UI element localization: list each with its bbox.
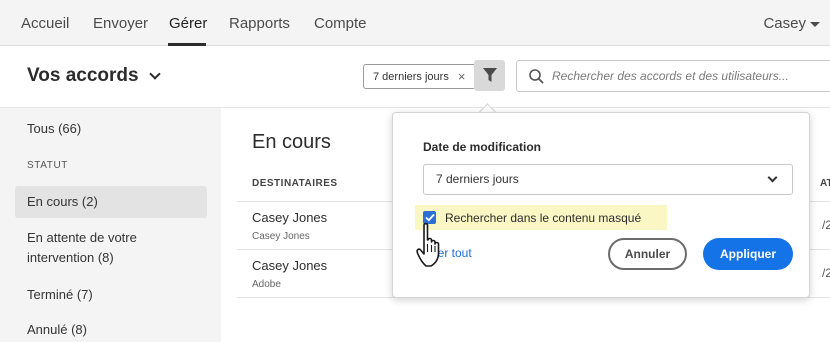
date-filter-chip[interactable]: 7 derniers jours × [363, 64, 477, 89]
sidebar-item-waiting-line1[interactable]: En attente de votre [15, 228, 207, 248]
search-box[interactable] [516, 60, 830, 92]
hidden-content-option[interactable]: Rechercher dans le contenu masqué [415, 205, 667, 230]
status-sidebar [0, 108, 221, 342]
filter-popover: Date de modification 7 derniers jours Re… [392, 112, 810, 298]
agreements-header: Vos accords 7 derniers jours × [0, 46, 830, 108]
top-nav: Accueil Envoyer Gérer Rapports Compte Ca… [0, 0, 830, 46]
column-header-recipients[interactable]: DESTINATAIRES [252, 178, 338, 189]
page-title: En cours [252, 131, 331, 153]
sidebar-item-cancelled[interactable]: Annulé (8) [15, 320, 207, 340]
nav-rapports[interactable]: Rapports [229, 15, 290, 32]
agreements-title[interactable]: Vos accords [27, 65, 161, 87]
filter-chip-label: 7 derniers jours [373, 70, 449, 83]
sidebar-item-completed[interactable]: Terminé (7) [15, 285, 207, 305]
table-row-date: /2 [822, 266, 830, 280]
sidebar-item-in-progress[interactable]: En cours (2) [15, 186, 207, 218]
apply-button[interactable]: Appliquer [703, 238, 793, 270]
nav-gerer[interactable]: Gérer [169, 15, 207, 32]
chevron-down-icon [767, 172, 778, 183]
agreements-title-label: Vos accords [27, 65, 139, 86]
nav-envoyer[interactable]: Envoyer [93, 15, 148, 32]
filter-button[interactable] [474, 60, 505, 91]
sidebar-item-waiting-line2[interactable]: intervention (8) [15, 248, 207, 268]
close-icon[interactable]: × [458, 69, 466, 84]
nav-accueil[interactable]: Accueil [21, 15, 69, 32]
user-menu[interactable]: Casey [763, 15, 820, 32]
table-row-name[interactable]: Casey Jones [252, 210, 327, 225]
table-row-date: /2 [822, 218, 830, 232]
sidebar-item-all[interactable]: Tous (66) [15, 119, 207, 139]
table-row-sub: Adobe [252, 279, 281, 290]
cancel-button[interactable]: Annuler [608, 238, 687, 270]
chevron-down-icon [148, 68, 161, 80]
caret-down-icon [810, 22, 820, 27]
search-icon [529, 69, 544, 84]
table-row-sub: Casey Jones [252, 231, 310, 242]
column-header-status[interactable]: AT [820, 178, 830, 189]
date-modified-label: Date de modification [423, 140, 542, 154]
search-input[interactable] [552, 61, 830, 91]
date-range-value: 7 derniers jours [436, 172, 519, 186]
nav-compte[interactable]: Compte [314, 15, 367, 32]
date-range-select[interactable]: 7 derniers jours [423, 164, 793, 195]
hand-cursor-icon [416, 222, 440, 267]
user-name: Casey [763, 15, 806, 32]
hidden-content-label: Rechercher dans le contenu masqué [445, 210, 642, 225]
sidebar-section-status: STATUT [27, 160, 69, 171]
table-row-name[interactable]: Casey Jones [252, 258, 327, 273]
funnel-icon [482, 68, 497, 82]
checkmark-icon [424, 213, 435, 222]
